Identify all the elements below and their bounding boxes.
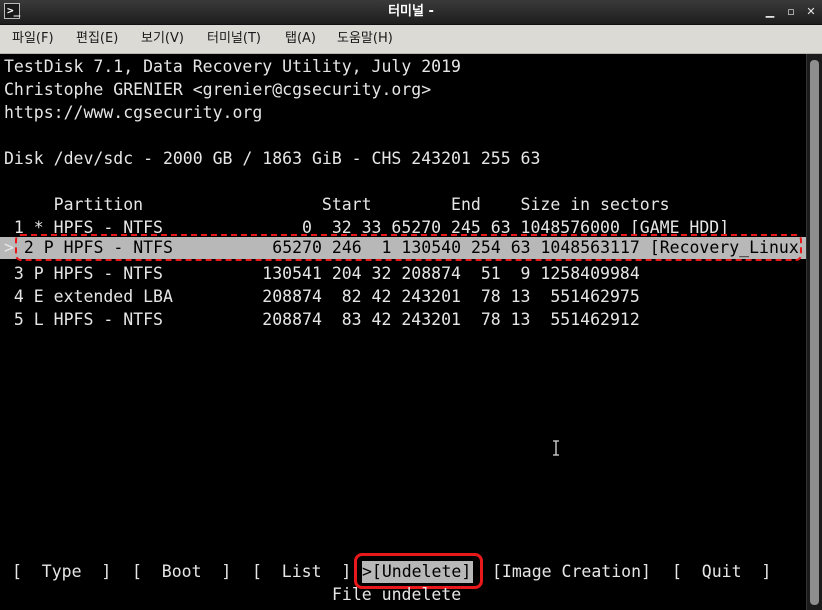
partition-row[interactable]: 3 P HPFS - NTFS 130541 204 32 208874 51 … (4, 263, 640, 285)
terminal-window: >_ 터미널 - ▁ ▫ ✕ 파일(F) 편집(E) 보기(V) 터미널(T) … (0, 0, 822, 610)
partition-row[interactable]: 4 E extended LBA 208874 82 42 243201 78 … (4, 286, 640, 308)
disk-info-line: Disk /dev/sdc - 2000 GB / 1863 GiB - CHS… (4, 149, 541, 168)
minimize-icon[interactable]: ▁ (762, 4, 778, 20)
title-bar[interactable]: >_ 터미널 - ▁ ▫ ✕ (0, 0, 822, 25)
testdisk-version-line: TestDisk 7.1, Data Recovery Utility, Jul… (4, 57, 461, 76)
boot-button[interactable]: [ Boot ] (132, 561, 231, 583)
action-hint: File undelete (332, 585, 462, 604)
menu-terminal[interactable]: 터미널(T) (207, 25, 261, 53)
maximize-icon[interactable]: ▫ (783, 4, 799, 20)
menu-edit[interactable]: 편집(E) (76, 25, 118, 53)
close-icon[interactable]: ✕ (803, 4, 819, 20)
menu-view[interactable]: 보기(V) (141, 25, 184, 53)
text-cursor-icon (553, 440, 559, 456)
author-line: Christophe GRENIER <grenier@cgsecurity.o… (4, 80, 432, 99)
selection-marker: > (4, 238, 14, 257)
selected-row-annotation (15, 234, 802, 261)
menu-tabs[interactable]: 탭(A) (285, 25, 316, 53)
window-title: 터미널 - (388, 4, 434, 19)
website-line: https://www.cgsecurity.org (4, 103, 263, 122)
quit-button[interactable]: [ Quit ] (672, 561, 771, 583)
terminal-scrollbar[interactable] (806, 54, 822, 610)
terminal-output[interactable]: TestDisk 7.1, Data Recovery Utility, Jul… (0, 54, 806, 610)
menu-file[interactable]: 파일(F) (12, 25, 54, 53)
image-creation-button[interactable]: [Image Creation] (492, 561, 651, 583)
partition-row[interactable]: 5 L HPFS - NTFS 208874 83 42 243201 78 1… (4, 309, 640, 331)
partition-column-header: Partition Start End Size in sectors (4, 195, 670, 214)
menu-help[interactable]: 도움말(H) (337, 25, 393, 53)
list-button[interactable]: [ List ] (252, 561, 351, 583)
menu-bar: 파일(F) 편집(E) 보기(V) 터미널(T) 탭(A) 도움말(H) (0, 25, 822, 54)
scrollbar-thumb[interactable] (810, 60, 819, 605)
type-button[interactable]: [ Type ] (12, 561, 111, 583)
